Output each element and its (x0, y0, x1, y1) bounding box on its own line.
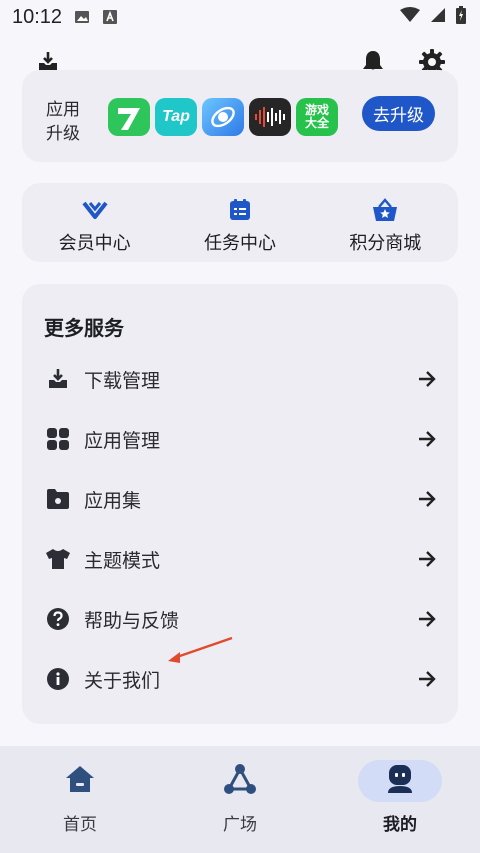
service-theme-mode[interactable]: 主题模式 (22, 531, 458, 587)
upgrade-label-line2: 升级 (46, 124, 80, 144)
status-bar: 10:12 (0, 0, 480, 34)
download-icon (44, 365, 72, 393)
signal-icon (430, 6, 446, 28)
nav-label: 广场 (223, 815, 257, 835)
help-icon (44, 605, 72, 633)
shortcut-points-mall[interactable]: 积分商城 (313, 183, 458, 262)
grid-icon (44, 425, 72, 453)
arrow-right-icon (416, 548, 438, 570)
task-icon (226, 197, 254, 223)
profile-icon (387, 764, 413, 798)
arrow-right-icon (416, 488, 438, 510)
app-upgrade-card: 应用 升级 Tap 游戏大全 去升级 (22, 70, 458, 162)
arrow-right-icon (416, 668, 438, 690)
shortcut-label: 会员中心 (58, 233, 131, 254)
image-icon (74, 9, 90, 25)
a-icon (102, 9, 118, 25)
upgrade-label-line1: 应用 (46, 100, 80, 120)
tshirt-icon (44, 545, 72, 573)
service-label: 帮助与反馈 (84, 609, 180, 632)
shortcut-card: 会员中心 任务中心 积分商城 (22, 183, 458, 262)
browser-app-icon[interactable] (202, 98, 244, 136)
nav-label: 我的 (383, 815, 417, 835)
wifi-icon (400, 6, 420, 28)
nav-label: 首页 (63, 815, 97, 835)
shortcut-vip-center[interactable]: 会员中心 (22, 183, 167, 262)
upgrade-app-icons: Tap 游戏大全 (108, 98, 338, 136)
info-icon (44, 665, 72, 693)
arrow-right-icon (416, 608, 438, 630)
voice-app-icon[interactable] (249, 98, 291, 136)
arrow-right-icon (416, 368, 438, 390)
service-label: 下载管理 (84, 369, 161, 392)
service-label: 主题模式 (84, 549, 161, 572)
arrow-right-icon (416, 428, 438, 450)
nav-plaza[interactable]: 广场 (160, 746, 320, 853)
home-icon (64, 764, 96, 798)
service-label: 应用管理 (84, 429, 161, 452)
nav-home[interactable]: 首页 (0, 746, 160, 853)
shortcut-label: 积分商城 (349, 233, 422, 254)
status-time: 10:12 (12, 5, 63, 28)
game-app-text: 游戏大全 (304, 103, 329, 130)
more-services-card: 更多服务 下载管理 应用管理 应用集 主题模式 帮助与反馈 关于我们 (22, 284, 458, 724)
service-label: 关于我们 (84, 669, 161, 692)
game-app-icon[interactable]: 游戏大全 (296, 98, 338, 136)
shortcut-label: 任务中心 (203, 233, 276, 254)
service-label: 应用集 (84, 489, 142, 512)
plaza-icon (223, 763, 257, 799)
service-help-feedback[interactable]: 帮助与反馈 (22, 591, 458, 647)
service-app-manager[interactable]: 应用管理 (22, 411, 458, 467)
nav-profile[interactable]: 我的 (320, 746, 480, 853)
services-title: 更多服务 (44, 316, 124, 340)
bottom-nav: 首页 广场 我的 (0, 746, 480, 853)
battery-icon (456, 5, 466, 29)
taptap-app-icon[interactable]: Tap (155, 98, 197, 136)
shop-basket-icon (371, 197, 399, 223)
upgrade-button[interactable]: 去升级 (362, 96, 435, 131)
service-about-us[interactable]: 关于我们 (22, 651, 458, 707)
nav-home-pill (38, 760, 122, 802)
app-upgrade-label: 应用 升级 (46, 98, 86, 146)
nav-plaza-pill (198, 760, 282, 802)
folder-icon (44, 485, 72, 513)
seven-app-icon[interactable] (108, 98, 150, 136)
shortcut-task-center[interactable]: 任务中心 (167, 183, 312, 262)
vip-icon (81, 197, 109, 223)
service-app-collection[interactable]: 应用集 (22, 471, 458, 527)
service-download-manager[interactable]: 下载管理 (22, 351, 458, 407)
taptap-app-text: Tap (162, 108, 190, 125)
nav-profile-pill (358, 760, 442, 802)
